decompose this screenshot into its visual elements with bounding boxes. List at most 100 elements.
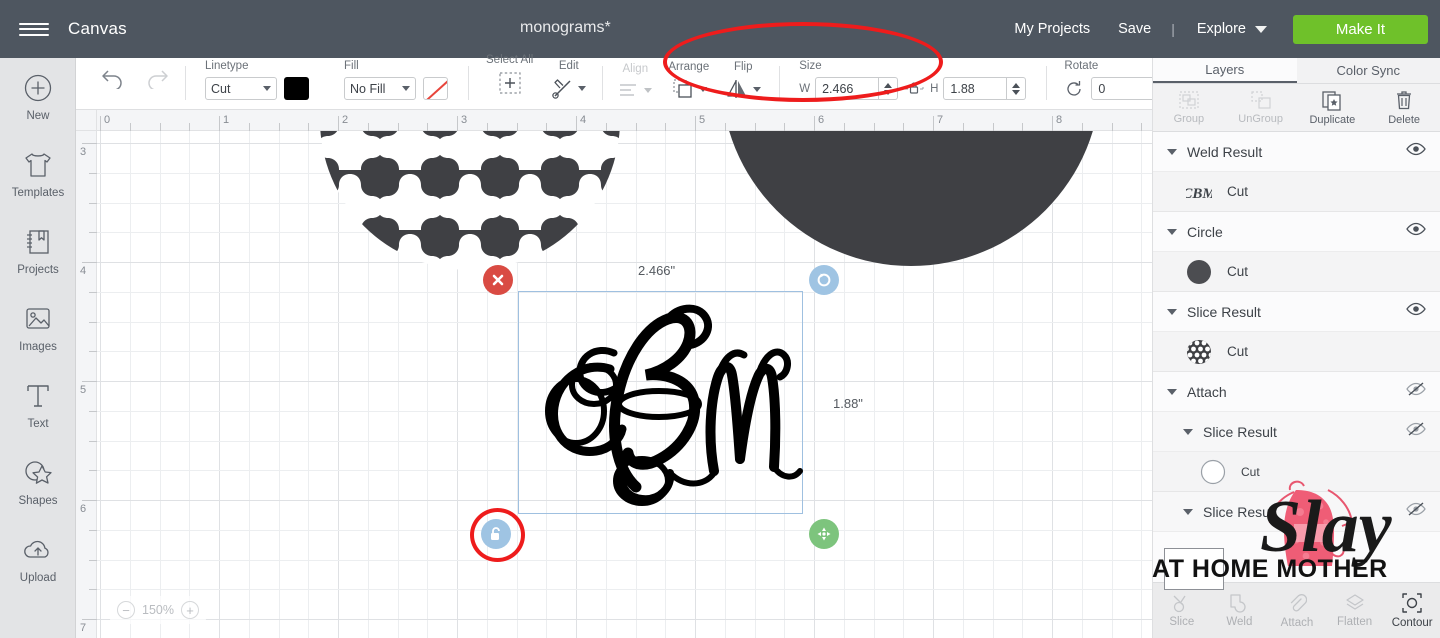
flatten-button[interactable]: Flatten	[1326, 583, 1384, 638]
flatten-icon	[1345, 594, 1364, 610]
layer-name: Circle	[1187, 223, 1223, 240]
ruler-label: 3	[80, 146, 87, 158]
sidebar-item-new[interactable]: New	[0, 58, 76, 135]
zoom-control[interactable]: − 150% +	[110, 596, 206, 624]
visibility-hidden-icon[interactable]	[1406, 501, 1426, 522]
ruler-label: 2	[342, 114, 349, 126]
layer-group-slice-result-2[interactable]: Slice Result	[1153, 412, 1440, 452]
layer-group-weld-result[interactable]: Weld Result	[1153, 132, 1440, 172]
layer-group-slice-result-3[interactable]: Slice Result	[1153, 492, 1440, 532]
layer-item-circle[interactable]: Cut	[1153, 252, 1440, 292]
select-all-icon	[498, 71, 522, 100]
fill-value: No Fill	[350, 81, 386, 96]
visibility-eye-icon[interactable]	[1406, 142, 1426, 161]
chevron-down-icon[interactable]	[1167, 228, 1177, 235]
layer-group-circle[interactable]: Circle	[1153, 212, 1440, 252]
monogram-artwork[interactable]	[518, 291, 806, 517]
layer-group-attach[interactable]: Attach	[1153, 372, 1440, 412]
redo-icon[interactable]	[135, 67, 179, 89]
sidebar-item-projects[interactable]: Projects	[0, 212, 76, 289]
grid-line	[1141, 131, 1143, 638]
sidebar-item-images[interactable]: Images	[0, 289, 76, 366]
attach-paperclip-icon	[1290, 593, 1307, 611]
attach-button[interactable]: Attach	[1268, 583, 1326, 638]
sidebar-item-shapes[interactable]: Shapes	[0, 443, 76, 520]
panel-tabs: Layers Color Sync	[1153, 58, 1440, 84]
chevron-down-icon[interactable]	[1167, 388, 1177, 395]
align-button[interactable]: Align	[613, 63, 657, 109]
contour-icon	[1402, 593, 1422, 613]
rotate-input[interactable]: 0	[1091, 77, 1156, 100]
contour-button[interactable]: Contour	[1383, 583, 1440, 638]
layer-item-monogram[interactable]: CBM Cut	[1153, 172, 1440, 212]
ungroup-button[interactable]: UnGroup	[1225, 84, 1297, 131]
select-edit-group: Select All Edit	[469, 54, 604, 109]
explore-menu[interactable]: Explore	[1181, 21, 1275, 37]
lattice-circle-shape[interactable]	[320, 110, 620, 270]
ruler-label: 0	[104, 114, 111, 126]
fill-select[interactable]: No Fill	[344, 77, 416, 100]
layer-item-lattice[interactable]: Cut	[1153, 332, 1440, 372]
sidebar-label-new: New	[26, 110, 50, 122]
ruler-label: 4	[580, 114, 587, 126]
my-projects-link[interactable]: My Projects	[1000, 21, 1104, 37]
visibility-eye-icon[interactable]	[1406, 222, 1426, 241]
sidebar-item-text[interactable]: Text	[0, 366, 76, 443]
visibility-hidden-icon[interactable]	[1406, 381, 1426, 402]
solid-circle-shape[interactable]	[716, 110, 1106, 266]
linetype-select[interactable]: Cut	[205, 77, 277, 100]
chevron-down-icon[interactable]	[1167, 148, 1177, 155]
rotate-handle[interactable]	[809, 265, 839, 295]
zoom-out-button[interactable]: −	[117, 601, 135, 619]
chevron-down-icon[interactable]	[1183, 428, 1193, 435]
chevron-down-icon[interactable]	[1183, 508, 1193, 515]
sidebar-item-upload[interactable]: Upload	[0, 520, 76, 597]
ruler-tick	[100, 116, 101, 131]
chevron-down-icon[interactable]	[1167, 308, 1177, 315]
sidebar-label-projects: Projects	[17, 264, 59, 276]
slice-button[interactable]: Slice	[1153, 583, 1211, 638]
duplicate-button[interactable]: Duplicate	[1297, 84, 1369, 131]
group-icon	[1179, 91, 1199, 109]
height-stepper[interactable]	[1007, 77, 1027, 100]
chevron-down-icon	[263, 86, 271, 91]
visibility-eye-icon[interactable]	[1406, 302, 1426, 321]
ruler-tick	[814, 116, 815, 131]
grid-line	[1111, 131, 1113, 638]
design-canvas[interactable]: 2.466" 1.88" − 150% +	[76, 110, 1152, 638]
resize-handle[interactable]	[809, 519, 839, 549]
sidebar-item-templates[interactable]: Templates	[0, 135, 76, 212]
delete-handle[interactable]	[483, 265, 513, 295]
save-button[interactable]: Save	[1104, 21, 1165, 37]
no-fill-swatch[interactable]	[423, 77, 448, 100]
ruler-subtick	[843, 123, 845, 131]
tab-layers[interactable]: Layers	[1153, 58, 1297, 83]
grid-line	[189, 131, 191, 638]
linetype-label: Linetype	[205, 60, 249, 72]
canvas-label: Canvas	[68, 19, 127, 38]
ruler-subtick	[89, 232, 97, 234]
tab-color-sync[interactable]: Color Sync	[1297, 58, 1440, 83]
layer-item-outline-circle[interactable]: Cut	[1153, 452, 1440, 492]
select-all-button[interactable]: Select All	[481, 54, 538, 109]
ruler-label: 1	[223, 114, 230, 126]
selection-height-label: 1.88"	[833, 396, 863, 411]
zoom-in-button[interactable]: +	[180, 601, 199, 619]
group-button[interactable]: Group	[1153, 84, 1225, 131]
linetype-color-swatch[interactable]	[284, 77, 309, 100]
ruler-subtick	[159, 123, 161, 131]
edit-button[interactable]: Edit	[546, 60, 591, 109]
hamburger-icon[interactable]	[0, 0, 68, 58]
layer-actions: Group UnGroup Duplicate Delete	[1153, 84, 1440, 132]
visibility-hidden-icon[interactable]	[1406, 421, 1426, 442]
linetype-group: Linetype Cut	[186, 57, 321, 109]
layer-group-slice-result-1[interactable]: Slice Result	[1153, 292, 1440, 332]
ruler-subtick	[1111, 123, 1113, 131]
weld-button[interactable]: Weld	[1211, 583, 1269, 638]
delete-button[interactable]: Delete	[1368, 84, 1440, 131]
ruler-subtick	[89, 351, 97, 353]
make-it-button[interactable]: Make It	[1293, 14, 1428, 44]
height-input[interactable]: 1.88	[943, 77, 1008, 100]
ruler-subtick	[129, 123, 131, 131]
undo-icon[interactable]	[91, 67, 135, 89]
